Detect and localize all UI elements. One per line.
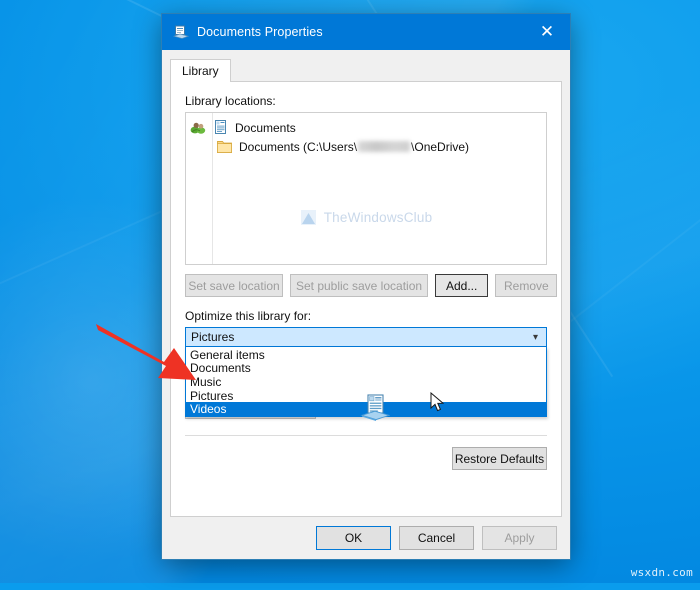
document-library-icon xyxy=(212,119,229,136)
library-locations-label: Library locations: xyxy=(185,94,276,108)
option-music[interactable]: Music xyxy=(186,375,546,389)
set-public-save-location-button[interactable]: Set public save location xyxy=(290,274,428,297)
close-icon[interactable]: ✕ xyxy=(524,14,570,50)
shared-people-icon xyxy=(190,119,207,136)
optimize-label: Optimize this library for: xyxy=(185,309,312,323)
chevron-down-icon[interactable]: ▾ xyxy=(528,332,543,343)
triangle-logo xyxy=(300,209,317,226)
watermark-text: TheWindowsClub xyxy=(323,210,433,225)
dialog-titlebar[interactable]: Documents Properties ✕ xyxy=(162,14,570,50)
restore-defaults-button[interactable]: Restore Defaults xyxy=(452,447,547,470)
optimize-selected-value: Pictures xyxy=(191,330,235,344)
restore-defaults-row: Restore Defaults xyxy=(185,447,547,470)
optimize-combobox-wrap: Pictures ▾ General items Documents Music… xyxy=(185,327,547,417)
tab-strip: Library xyxy=(170,59,570,82)
cancel-button[interactable]: Cancel xyxy=(399,526,474,550)
watermark: TheWindowsClub xyxy=(186,209,546,226)
library-tab-panel: Library locations: Documents Documents (… xyxy=(170,81,562,517)
site-watermark: wsxdn.com xyxy=(630,566,693,579)
path-prefix: Documents (C:\Users\ xyxy=(239,139,358,154)
optimize-combobox[interactable]: Pictures ▾ xyxy=(185,327,547,347)
add-button[interactable]: Add... xyxy=(435,274,489,297)
ok-button[interactable]: OK xyxy=(316,526,391,550)
tab-library[interactable]: Library xyxy=(170,59,231,82)
list-item-label: Documents (C:\Users\ \OneDrive) xyxy=(239,140,469,154)
library-locations-listbox[interactable]: Documents Documents (C:\Users\ \OneDrive) xyxy=(185,112,547,265)
list-item-label: Documents xyxy=(235,120,296,135)
list-item[interactable]: Documents xyxy=(186,118,546,137)
path-suffix: \OneDrive) xyxy=(411,139,470,154)
apply-button[interactable]: Apply xyxy=(482,526,557,550)
location-buttons-row: Set save location Set public save locati… xyxy=(185,274,558,297)
folder-icon xyxy=(216,138,233,155)
documents-properties-dialog: Documents Properties ✕ Library Library l… xyxy=(162,14,570,559)
tab-library-label: Library xyxy=(182,64,219,78)
set-save-location-button[interactable]: Set save location xyxy=(185,274,283,297)
library-properties-icon xyxy=(172,24,190,40)
blurred-username xyxy=(358,140,411,152)
option-general-items[interactable]: General items xyxy=(186,348,546,362)
dialog-footer: OK Cancel Apply xyxy=(162,517,570,559)
documents-library-icon xyxy=(360,392,391,422)
dialog-title: Documents Properties xyxy=(197,25,323,39)
list-item[interactable]: Documents (C:\Users\ \OneDrive) xyxy=(186,137,546,156)
remove-button[interactable]: Remove xyxy=(495,274,558,297)
option-documents[interactable]: Documents xyxy=(186,362,546,376)
divider xyxy=(185,435,547,436)
